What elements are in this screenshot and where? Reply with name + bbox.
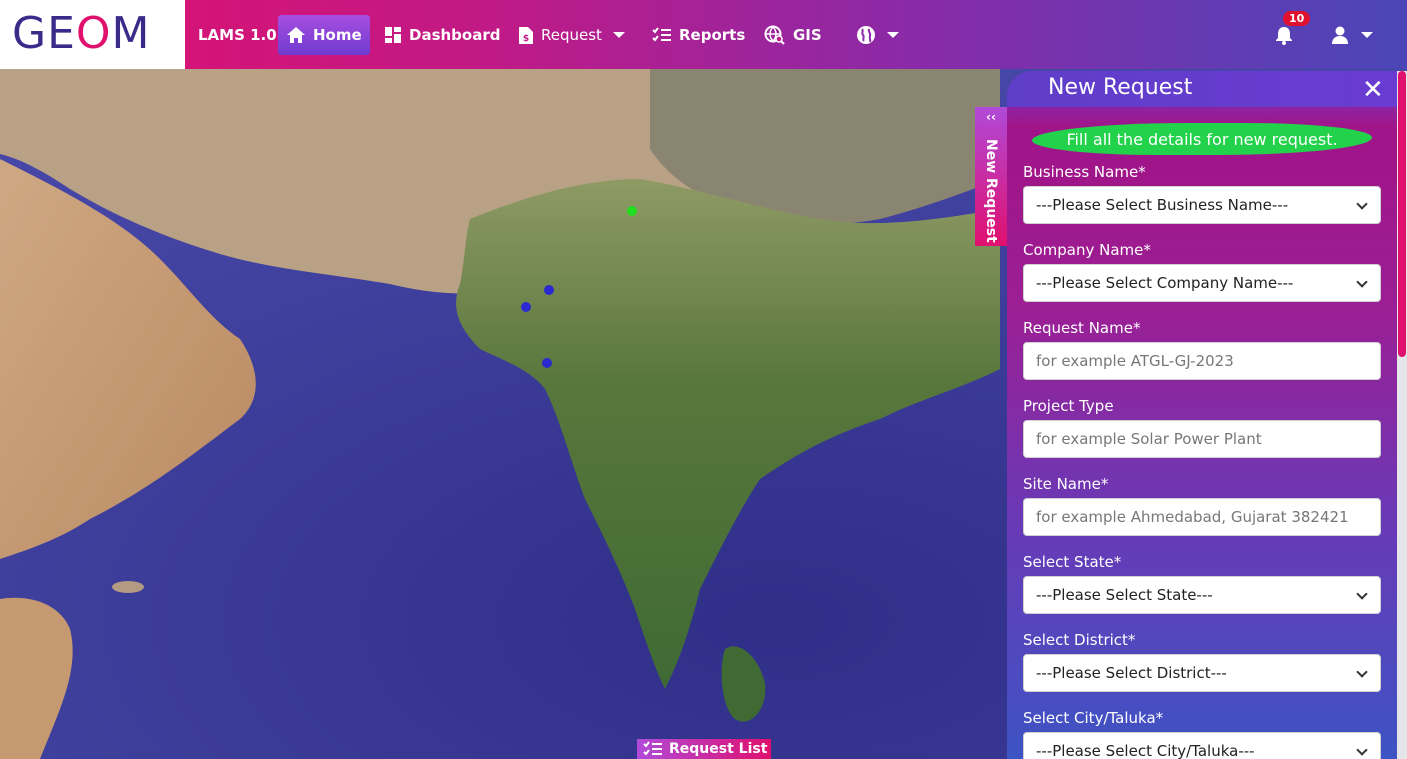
district-value: ---Please Select District--- <box>1036 664 1227 682</box>
nav-home-label: Home <box>313 26 362 44</box>
nav-request-label: Request <box>541 26 602 44</box>
close-icon[interactable]: ✕ <box>1362 77 1384 103</box>
nav-gis-label: GIS <box>793 26 822 44</box>
district-label: Select District* <box>1023 631 1136 649</box>
chevron-down-icon <box>1356 198 1368 210</box>
dashboard-icon <box>384 26 402 44</box>
project-type-label: Project Type <box>1023 397 1114 415</box>
chevron-down-icon <box>1356 666 1368 678</box>
request-list-tab[interactable]: Request List <box>637 739 771 759</box>
nav-home[interactable]: Home <box>278 15 370 55</box>
chevron-down-icon <box>1356 276 1368 288</box>
chevron-down-icon <box>1356 588 1368 600</box>
double-chevron-left-icon: ‹‹ <box>986 110 996 124</box>
checklist-icon <box>643 741 663 757</box>
user-menu-dropdown[interactable] <box>1322 15 1381 55</box>
checklist-icon <box>652 27 672 43</box>
home-icon <box>286 26 306 44</box>
caret-down-icon <box>612 32 625 38</box>
business-name-label: Business Name* <box>1023 163 1146 181</box>
request-name-input[interactable] <box>1036 352 1380 370</box>
site-name-label: Site Name* <box>1023 475 1109 493</box>
panel-scrollbar[interactable] <box>1397 71 1407 759</box>
request-list-label: Request List <box>669 741 768 757</box>
request-name-label: Request Name* <box>1023 319 1141 337</box>
notification-count-badge: 10 <box>1283 11 1311 26</box>
map-marker-blue[interactable] <box>542 358 552 368</box>
state-label: Select State* <box>1023 553 1122 571</box>
chevron-down-icon <box>1356 744 1368 756</box>
side-tab-label: New Request <box>983 139 999 243</box>
project-type-field[interactable] <box>1023 420 1381 458</box>
new-request-side-tab[interactable]: ‹‹ New Request <box>975 107 1007 246</box>
business-name-select[interactable]: ---Please Select Business Name--- <box>1023 186 1381 224</box>
site-name-field[interactable] <box>1023 498 1381 536</box>
map-marker-blue[interactable] <box>544 285 554 295</box>
state-select[interactable]: ---Please Select State--- <box>1023 576 1381 614</box>
company-name-label: Company Name* <box>1023 241 1151 259</box>
city-label: Select City/Taluka* <box>1023 709 1164 727</box>
site-name-input[interactable] <box>1036 508 1380 526</box>
map-marker-blue[interactable] <box>521 302 531 312</box>
nav-dashboard[interactable]: Dashboard <box>376 15 508 55</box>
request-name-field[interactable] <box>1023 342 1381 380</box>
state-value: ---Please Select State--- <box>1036 586 1213 604</box>
language-dropdown[interactable] <box>848 15 907 55</box>
nav-reports[interactable]: Reports <box>644 15 753 55</box>
company-name-select[interactable]: ---Please Select Company Name--- <box>1023 264 1381 302</box>
document-dollar-icon: $ <box>518 26 534 45</box>
app-brand: LAMS 1.0 <box>198 26 277 44</box>
caret-down-icon <box>887 32 899 38</box>
scrollbar-thumb[interactable] <box>1398 71 1406 357</box>
city-value: ---Please Select City/Taluka--- <box>1036 742 1255 759</box>
nav-gis[interactable]: GIS <box>756 15 830 55</box>
project-type-input[interactable] <box>1036 430 1380 448</box>
district-select[interactable]: ---Please Select District--- <box>1023 654 1381 692</box>
globe-icon <box>856 25 876 45</box>
nav-dashboard-label: Dashboard <box>409 26 501 44</box>
map-marker-green[interactable] <box>627 206 637 216</box>
panel-title: New Request <box>1048 75 1193 100</box>
nav-reports-label: Reports <box>679 26 746 44</box>
caret-down-icon <box>1361 32 1373 38</box>
logo[interactable]: GEOM <box>0 0 185 69</box>
globe-search-icon <box>764 25 786 45</box>
logo-wordmark: GEOM <box>12 8 151 59</box>
city-select[interactable]: ---Please Select City/Taluka--- <box>1023 732 1381 759</box>
user-icon <box>1330 25 1350 45</box>
new-request-panel: New Request ✕ Fill all the details for n… <box>1007 71 1399 759</box>
svg-text:$: $ <box>523 34 529 44</box>
instruction-banner: Fill all the details for new request. <box>1032 123 1372 155</box>
nav-request-dropdown[interactable]: $ Request <box>510 15 633 55</box>
top-navbar: GEOM LAMS 1.0 Home Dashboard $ Request R… <box>0 0 1407 69</box>
business-name-value: ---Please Select Business Name--- <box>1036 196 1289 214</box>
panel-header: New Request ✕ <box>1007 71 1399 107</box>
bell-icon <box>1274 25 1294 45</box>
company-name-value: ---Please Select Company Name--- <box>1036 274 1294 292</box>
